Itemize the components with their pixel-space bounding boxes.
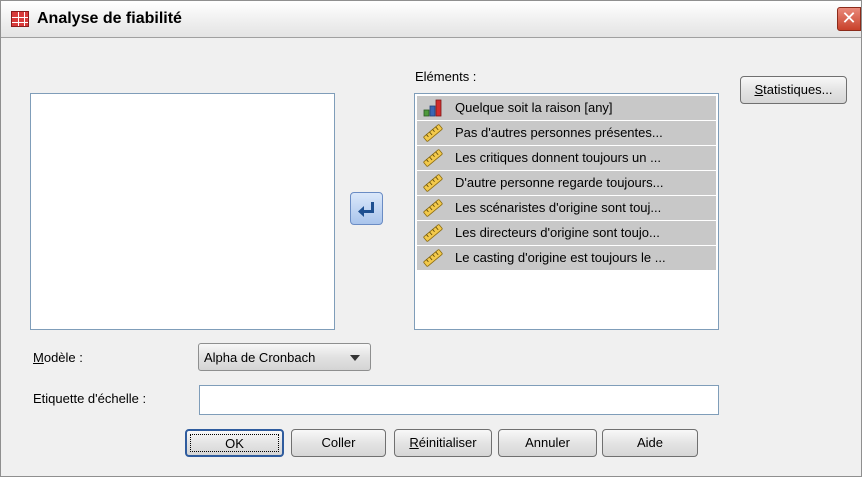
model-label-text: odèle : bbox=[43, 350, 83, 365]
list-item[interactable]: Les scénaristes d'origine sont touj... bbox=[417, 196, 716, 220]
ok-label: OK bbox=[190, 434, 279, 452]
elements-label: Eléments : bbox=[415, 69, 477, 84]
list-item[interactable]: Quelque soit la raison [any] bbox=[417, 96, 716, 120]
list-item[interactable]: Le casting d'origine est toujours le ... bbox=[417, 246, 716, 270]
list-item[interactable]: D'autre personne regarde toujours... bbox=[417, 171, 716, 195]
reset-label: éinitialiser bbox=[418, 435, 477, 450]
source-variables-list[interactable] bbox=[30, 93, 335, 330]
list-item-label: Les scénaristes d'origine sont touj... bbox=[455, 200, 662, 215]
model-select-value: Alpha de Cronbach bbox=[204, 350, 316, 365]
paste-button[interactable]: Coller bbox=[291, 429, 386, 457]
ruler-icon bbox=[423, 174, 443, 192]
statistics-button[interactable]: Statistiques... bbox=[740, 76, 847, 104]
list-item-label: Les critiques donnent toujours un ... bbox=[455, 150, 661, 165]
reset-button[interactable]: Réinitialiser bbox=[394, 429, 492, 457]
list-item-label: Les directeurs d'origine sont toujo... bbox=[455, 225, 660, 240]
model-label-accel: M bbox=[33, 350, 44, 365]
title-bar[interactable]: Analyse de fiabilité ✕ bbox=[1, 1, 861, 38]
reset-accel: R bbox=[409, 435, 419, 450]
list-item-label: Pas d'autres personnes présentes... bbox=[455, 125, 663, 140]
ruler-icon bbox=[423, 124, 443, 142]
window-title: Analyse de fiabilité bbox=[37, 10, 182, 27]
statistics-accel: S bbox=[754, 82, 764, 97]
ruler-icon bbox=[423, 249, 443, 267]
model-select[interactable]: Alpha de Cronbach bbox=[198, 343, 371, 371]
statistics-label: tatistiques... bbox=[763, 82, 833, 97]
cancel-button[interactable]: Annuler bbox=[498, 429, 597, 457]
reliability-dialog: Analyse de fiabilité ✕ Eléments : Quelqu… bbox=[0, 0, 862, 477]
ok-button[interactable]: OK bbox=[185, 429, 284, 457]
help-button[interactable]: Aide bbox=[602, 429, 698, 457]
list-item[interactable]: Les directeurs d'origine sont toujo... bbox=[417, 221, 716, 245]
scale-label-input[interactable] bbox=[199, 385, 719, 415]
close-button[interactable]: ✕ bbox=[837, 7, 861, 31]
arrow-left-icon bbox=[358, 202, 374, 217]
list-item[interactable]: Les critiques donnent toujours un ... bbox=[417, 146, 716, 170]
transfer-button[interactable] bbox=[350, 192, 383, 225]
list-item-label: Quelque soit la raison [any] bbox=[455, 100, 613, 115]
elements-list[interactable]: Quelque soit la raison [any] Pas d'autres… bbox=[414, 93, 719, 330]
ruler-icon bbox=[423, 199, 443, 217]
list-item-label: D'autre personne regarde toujours... bbox=[455, 175, 664, 190]
chevron-down-icon bbox=[350, 355, 360, 361]
close-icon: ✕ bbox=[841, 8, 857, 29]
ruler-icon bbox=[423, 149, 443, 167]
list-item[interactable]: Pas d'autres personnes présentes... bbox=[417, 121, 716, 145]
ruler-icon bbox=[423, 224, 443, 242]
model-label: Modèle : bbox=[33, 350, 83, 365]
nominal-bar-chart-icon bbox=[423, 99, 443, 117]
scale-label-label: Etiquette d'échelle : bbox=[33, 391, 147, 406]
list-item-label: Le casting d'origine est toujours le ... bbox=[455, 250, 666, 265]
table-grid-icon bbox=[11, 11, 29, 27]
